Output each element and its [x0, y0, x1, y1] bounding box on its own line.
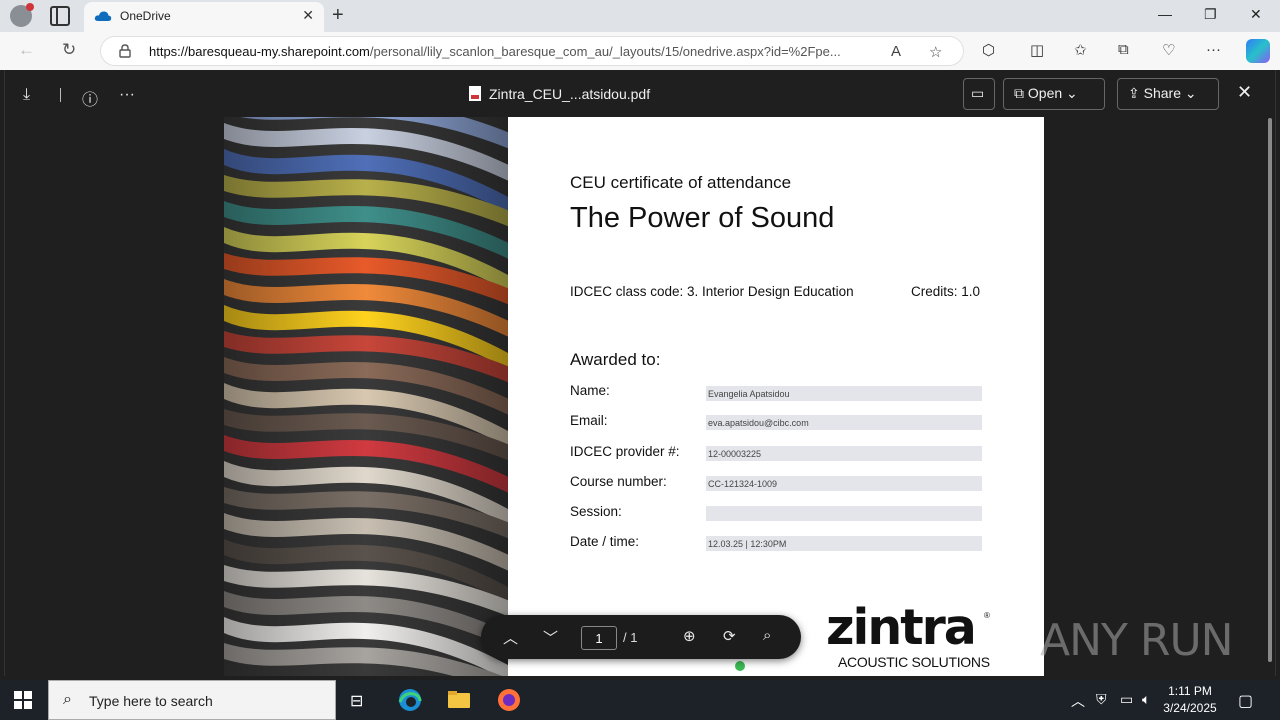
more-options-icon[interactable]: ···: [119, 86, 135, 104]
clock-date: 3/24/2025: [1163, 701, 1217, 715]
field-label-course: Course number:: [570, 474, 667, 489]
edge-icon[interactable]: [398, 688, 422, 712]
share-icon: ⇪: [1128, 85, 1140, 101]
task-view-icon[interactable]: ⊟: [350, 691, 363, 711]
pdf-file-icon: [469, 86, 481, 101]
settings-more-icon[interactable]: ···: [1206, 41, 1221, 58]
field-session[interactable]: [706, 506, 982, 521]
refresh-icon[interactable]: ↻: [62, 40, 76, 60]
toolbar-divider: [60, 88, 61, 102]
page-navigation: ︿ ﹀ 1 / 1 ⊕ ⟳ ⌕: [481, 615, 801, 659]
field-name[interactable]: Evangelia Apatsidou: [706, 386, 982, 401]
notifications-icon[interactable]: ▢: [1238, 691, 1253, 711]
green-dot: [735, 661, 745, 671]
volume-icon[interactable]: 🔈︎: [1142, 691, 1150, 708]
field-datetime[interactable]: 12.03.25 | 12:30PM: [706, 536, 982, 551]
field-label-datetime: Date / time:: [570, 534, 640, 549]
file-name: Zintra_CEU_...atsidou.pdf: [469, 86, 650, 102]
page-total: / 1: [623, 630, 638, 645]
class-code: IDCEC class code: 3. Interior Design Edu…: [570, 284, 854, 299]
rotate-icon[interactable]: ⟳: [723, 627, 736, 645]
collections-icon[interactable]: ⧉: [1118, 41, 1129, 58]
comments-button[interactable]: ▭: [963, 78, 995, 110]
clock-time: 1:11 PM: [1168, 684, 1212, 698]
address-bar[interactable]: https://baresqueau-my.sharepoint.com/per…: [100, 36, 964, 66]
vertical-scrollbar[interactable]: [1268, 118, 1272, 662]
network-icon[interactable]: ▭: [1120, 691, 1133, 708]
comment-icon: ▭: [971, 85, 985, 101]
security-icon[interactable]: ⛨: [1096, 691, 1107, 708]
certificate-content: CEU certificate of attendance The Power …: [570, 117, 1010, 676]
new-tab-icon[interactable]: +: [332, 4, 344, 27]
next-page-icon[interactable]: ﹀: [543, 627, 558, 648]
tab-onedrive[interactable]: OneDrive ✕: [84, 2, 324, 32]
favorites-icon[interactable]: ✩: [1074, 41, 1087, 59]
field-label-provider: IDCEC provider #:: [570, 444, 680, 459]
wave-pattern-artwork: [224, 117, 508, 676]
pdf-viewer: ⤓ ⓘ ··· Zintra_CEU_...atsidou.pdf ▭ ⧉ Op…: [4, 70, 1276, 676]
close-window-icon[interactable]: ✕: [1250, 6, 1262, 23]
read-aloud-icon[interactable]: A: [891, 43, 901, 60]
anyrun-watermark: ANY RUN: [1040, 615, 1234, 666]
open-external-icon: ⧉: [1014, 85, 1024, 101]
tab-close-icon[interactable]: ✕: [302, 7, 314, 24]
search-placeholder: Type here to search: [89, 693, 213, 709]
open-label: Open: [1027, 85, 1063, 101]
zintra-logo: zintra: [826, 599, 977, 656]
split-screen-icon[interactable]: ◫: [1030, 41, 1044, 59]
field-label-email: Email:: [570, 413, 608, 428]
extensions-icon[interactable]: ⬡: [982, 41, 995, 59]
windows-start-icon[interactable]: [14, 691, 32, 709]
logo-tagline: ACOUSTIC SOLUTIONS: [838, 654, 990, 670]
chevron-down-icon: ⌄: [1184, 85, 1197, 101]
favorite-star-icon[interactable]: ☆: [929, 43, 942, 61]
download-icon[interactable]: ⤓: [23, 86, 30, 104]
field-provider[interactable]: 12-00003225: [706, 446, 982, 461]
share-button[interactable]: ⇪ Share ⌄: [1117, 78, 1219, 110]
certificate-title: The Power of Sound: [570, 202, 835, 234]
browser-essentials-icon[interactable]: ♡: [1162, 41, 1175, 59]
previous-page-icon[interactable]: ︿: [503, 627, 518, 648]
field-label-name: Name:: [570, 383, 610, 398]
minimize-icon[interactable]: —: [1158, 6, 1172, 22]
onedrive-cloud-icon: [94, 11, 112, 21]
share-label: Share: [1143, 85, 1181, 101]
taskbar-search[interactable]: ⌕ Type here to search: [48, 680, 336, 720]
firefox-icon[interactable]: [497, 688, 521, 712]
tab-actions-icon[interactable]: [50, 6, 70, 26]
back-icon[interactable]: ←: [18, 40, 35, 60]
profile-avatar[interactable]: [10, 3, 34, 27]
tab-strip: OneDrive ✕ + — ❐ ✕: [0, 0, 1280, 32]
certificate-subtitle: CEU certificate of attendance: [570, 173, 792, 192]
open-button[interactable]: ⧉ Open ⌄: [1003, 78, 1105, 110]
taskbar: ⌕ Type here to search ⊟ ︿ ⛨ ▭ 🔈︎ 1:11 PM…: [0, 680, 1280, 720]
system-clock[interactable]: 1:11 PM 3/24/2025: [1160, 683, 1220, 717]
file-explorer-icon[interactable]: [447, 688, 471, 712]
pdf-page: CEU certificate of attendance The Power …: [224, 117, 1044, 676]
tab-title: OneDrive: [120, 9, 171, 23]
address-toolbar: ← ↻ https://baresqueau-my.sharepoint.com…: [0, 32, 1280, 70]
url-text: https://baresqueau-my.sharepoint.com/per…: [149, 44, 841, 59]
show-hidden-icons-icon[interactable]: ︿: [1071, 691, 1085, 711]
field-email[interactable]: eva.apatsidou@cibc.com: [706, 415, 982, 430]
awarded-to-heading: Awarded to:: [570, 350, 661, 369]
zoom-in-icon[interactable]: ⊕: [683, 627, 696, 645]
chevron-down-icon: ⌄: [1066, 85, 1078, 101]
page-number-input[interactable]: 1: [581, 626, 617, 650]
field-course[interactable]: CC-121324-1009: [706, 476, 982, 491]
lock-icon: [119, 44, 131, 58]
close-viewer-icon[interactable]: ✕: [1237, 82, 1252, 103]
info-icon[interactable]: ⓘ: [82, 86, 98, 110]
search-icon: ⌕: [63, 691, 72, 708]
copilot-icon[interactable]: [1246, 39, 1270, 63]
credits: Credits: 1.0: [911, 284, 981, 299]
registered-mark: ®: [984, 611, 990, 620]
restore-icon[interactable]: ❐: [1204, 6, 1217, 23]
field-label-session: Session:: [570, 504, 622, 519]
search-icon[interactable]: ⌕: [763, 627, 771, 644]
